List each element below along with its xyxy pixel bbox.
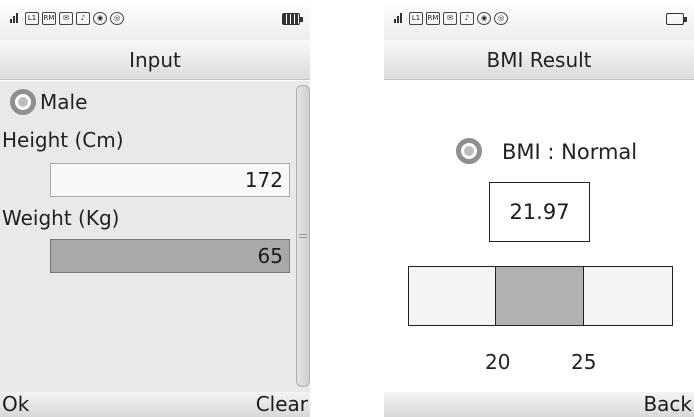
range-segment-normal	[496, 267, 584, 325]
alarm-icon: ◎	[110, 12, 124, 25]
radio-icon[interactable]	[10, 89, 36, 115]
signal-icon	[6, 12, 22, 25]
softkey-bar: Back	[384, 392, 694, 417]
alarm-icon: ◎	[494, 12, 508, 25]
battery-icon	[282, 13, 303, 25]
bmi-status-text: BMI : Normal	[502, 140, 638, 164]
back-softkey[interactable]: Back	[643, 392, 692, 417]
music-icon: ♪	[76, 12, 90, 25]
range-low-label: 20	[485, 350, 511, 374]
rm-icon: RM	[426, 12, 440, 25]
page-title: Input	[0, 40, 310, 80]
globe-icon: ◉	[93, 12, 107, 25]
l1-icon: L1	[409, 12, 423, 25]
status-bar: L1 RM ✉ ♪ ◉ ◎	[384, 0, 694, 40]
weight-field[interactable]: 65	[50, 239, 290, 273]
input-form: Male Height (Cm) 172 Weight (Kg) 65	[0, 81, 310, 392]
range-segment-high	[584, 267, 672, 325]
bmi-value: 21.97	[489, 182, 590, 242]
l1-icon: L1	[25, 12, 39, 25]
battery-icon	[666, 13, 687, 25]
status-bar: L1 RM ✉ ♪ ◉ ◎	[0, 0, 310, 40]
bmi-range-bar	[408, 266, 673, 326]
range-high-label: 25	[571, 350, 597, 374]
range-segment-low	[409, 267, 496, 325]
music-icon: ♪	[460, 12, 474, 25]
message-icon: ✉	[59, 12, 73, 25]
height-label: Height (Cm)	[2, 128, 124, 152]
height-field[interactable]: 172	[50, 163, 290, 197]
clear-softkey[interactable]: Clear	[256, 392, 308, 417]
weight-label: Weight (Kg)	[2, 206, 120, 230]
gender-label[interactable]: Male	[40, 90, 87, 114]
scrollbar[interactable]	[296, 85, 310, 387]
ok-softkey[interactable]: Ok	[2, 392, 29, 417]
input-screen: L1 RM ✉ ♪ ◉ ◎ Input Male Height (Cm) 172…	[0, 0, 310, 417]
rm-icon: RM	[42, 12, 56, 25]
globe-icon: ◉	[477, 12, 491, 25]
scroll-grip-icon	[299, 234, 307, 238]
page-title: BMI Result	[384, 40, 694, 80]
softkey-bar: Ok Clear	[0, 392, 310, 417]
status-icon	[456, 138, 482, 164]
signal-icon	[390, 12, 406, 25]
bmi-result-screen: L1 RM ✉ ♪ ◉ ◎ BMI Result BMI : Normal 21…	[384, 0, 694, 417]
message-icon: ✉	[443, 12, 457, 25]
